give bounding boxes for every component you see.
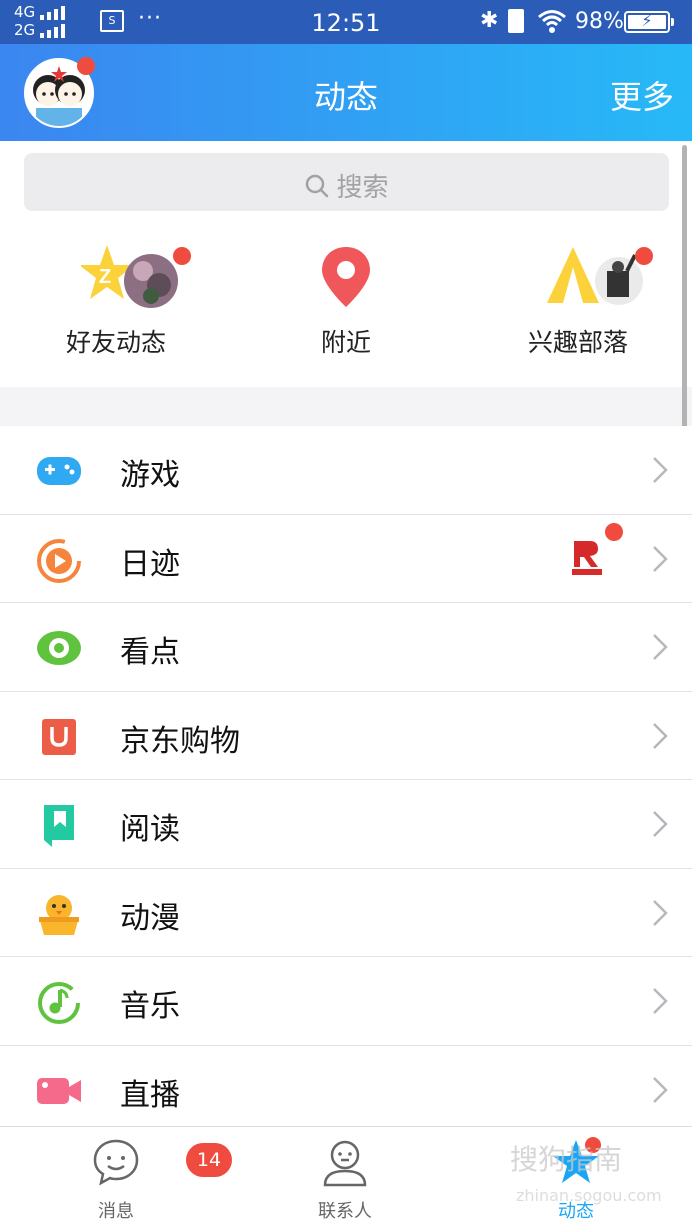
gamepad-icon	[37, 457, 81, 485]
chevron-right-icon	[653, 988, 668, 1014]
eye-icon	[37, 631, 81, 665]
list-item-label: 阅读	[120, 812, 180, 847]
more-button[interactable]: 更多	[610, 72, 674, 118]
svg-text:Z: Z	[99, 266, 111, 288]
list-item-jd-shopping[interactable]: 京东购物	[0, 692, 692, 780]
search-bar[interactable]: 搜索	[24, 153, 669, 211]
feature-list: 游戏 日迹 看点 京东购物 阅读 动漫 音乐 直播	[0, 426, 692, 1134]
list-item-label: 游戏	[120, 458, 180, 493]
notification-dot	[173, 247, 191, 265]
music-icon	[38, 982, 80, 1024]
list-item-label: 动漫	[120, 900, 180, 936]
list-item-label: 日迹	[120, 546, 180, 582]
top-section: 搜索 Z 好友动态 附近 兴趣部落	[0, 141, 692, 387]
list-item-label: 音乐	[120, 989, 180, 1024]
quick-link-friend-feed[interactable]: Z 好友动态	[26, 241, 206, 359]
u-bag-icon	[42, 718, 76, 755]
chevron-right-icon	[653, 722, 668, 749]
brand-logo-icon	[571, 538, 602, 575]
list-item-music[interactable]: 音乐	[0, 957, 692, 1046]
watermark: 搜狗指南	[510, 1143, 623, 1176]
wifi-icon	[538, 10, 566, 33]
page-title: 动态	[313, 78, 378, 116]
camera-icon	[37, 1077, 81, 1104]
charging-icon	[508, 9, 524, 33]
list-item-game[interactable]: 游戏	[0, 426, 692, 515]
quick-link-label: 好友动态	[65, 328, 166, 357]
play-circle-icon	[37, 538, 81, 583]
app-header: 动态 更多	[0, 44, 692, 141]
list-item-label: 京东购物	[120, 723, 240, 759]
quick-link-label: 附近	[320, 328, 371, 357]
chick-icon	[39, 894, 79, 935]
list-item-label: 直播	[120, 1077, 180, 1113]
search-icon	[306, 174, 329, 198]
book-icon	[44, 805, 74, 847]
list-item-kandian[interactable]: 看点	[0, 603, 692, 692]
chevron-right-icon	[653, 1076, 668, 1103]
chevron-right-icon	[653, 545, 668, 572]
battery-percent: 98%	[575, 9, 624, 34]
search-placeholder: 搜索	[336, 173, 389, 203]
chevron-right-icon	[653, 634, 668, 660]
unread-badge: 14	[186, 1143, 232, 1177]
tab-messages[interactable]: 消息 14	[56, 1137, 232, 1223]
quick-link-interest-tribe[interactable]: 兴趣部落	[488, 241, 668, 359]
watermark-url: zhinan.sogou.com	[516, 1186, 662, 1205]
battery-icon: ⚡	[624, 11, 674, 33]
list-item-diary[interactable]: 日迹	[0, 515, 692, 603]
list-item-label: 看点	[120, 635, 180, 670]
chevron-right-icon	[653, 811, 668, 837]
contacts-icon	[323, 1140, 367, 1187]
quick-link-nearby[interactable]: 附近	[256, 241, 436, 359]
bluetooth-icon: ✱	[480, 8, 499, 33]
status-bar: 4G 2G S ··· 12:51 ✱ 98% ⚡	[0, 0, 692, 44]
list-item-comics[interactable]: 动漫	[0, 869, 692, 957]
chat-bubble-icon	[93, 1139, 139, 1186]
tab-contacts[interactable]: 联系人	[285, 1137, 405, 1223]
tab-label: 联系人	[318, 1201, 372, 1222]
notification-dot	[605, 522, 623, 541]
chevron-right-icon	[653, 899, 668, 926]
list-item-reading[interactable]: 阅读	[0, 780, 692, 869]
notification-dot	[635, 247, 653, 265]
chevron-right-icon	[653, 457, 668, 483]
tab-label: 消息	[98, 1201, 134, 1222]
list-item-live[interactable]: 直播	[0, 1046, 692, 1135]
location-pin-icon	[322, 247, 370, 307]
quick-link-label: 兴趣部落	[527, 328, 628, 357]
